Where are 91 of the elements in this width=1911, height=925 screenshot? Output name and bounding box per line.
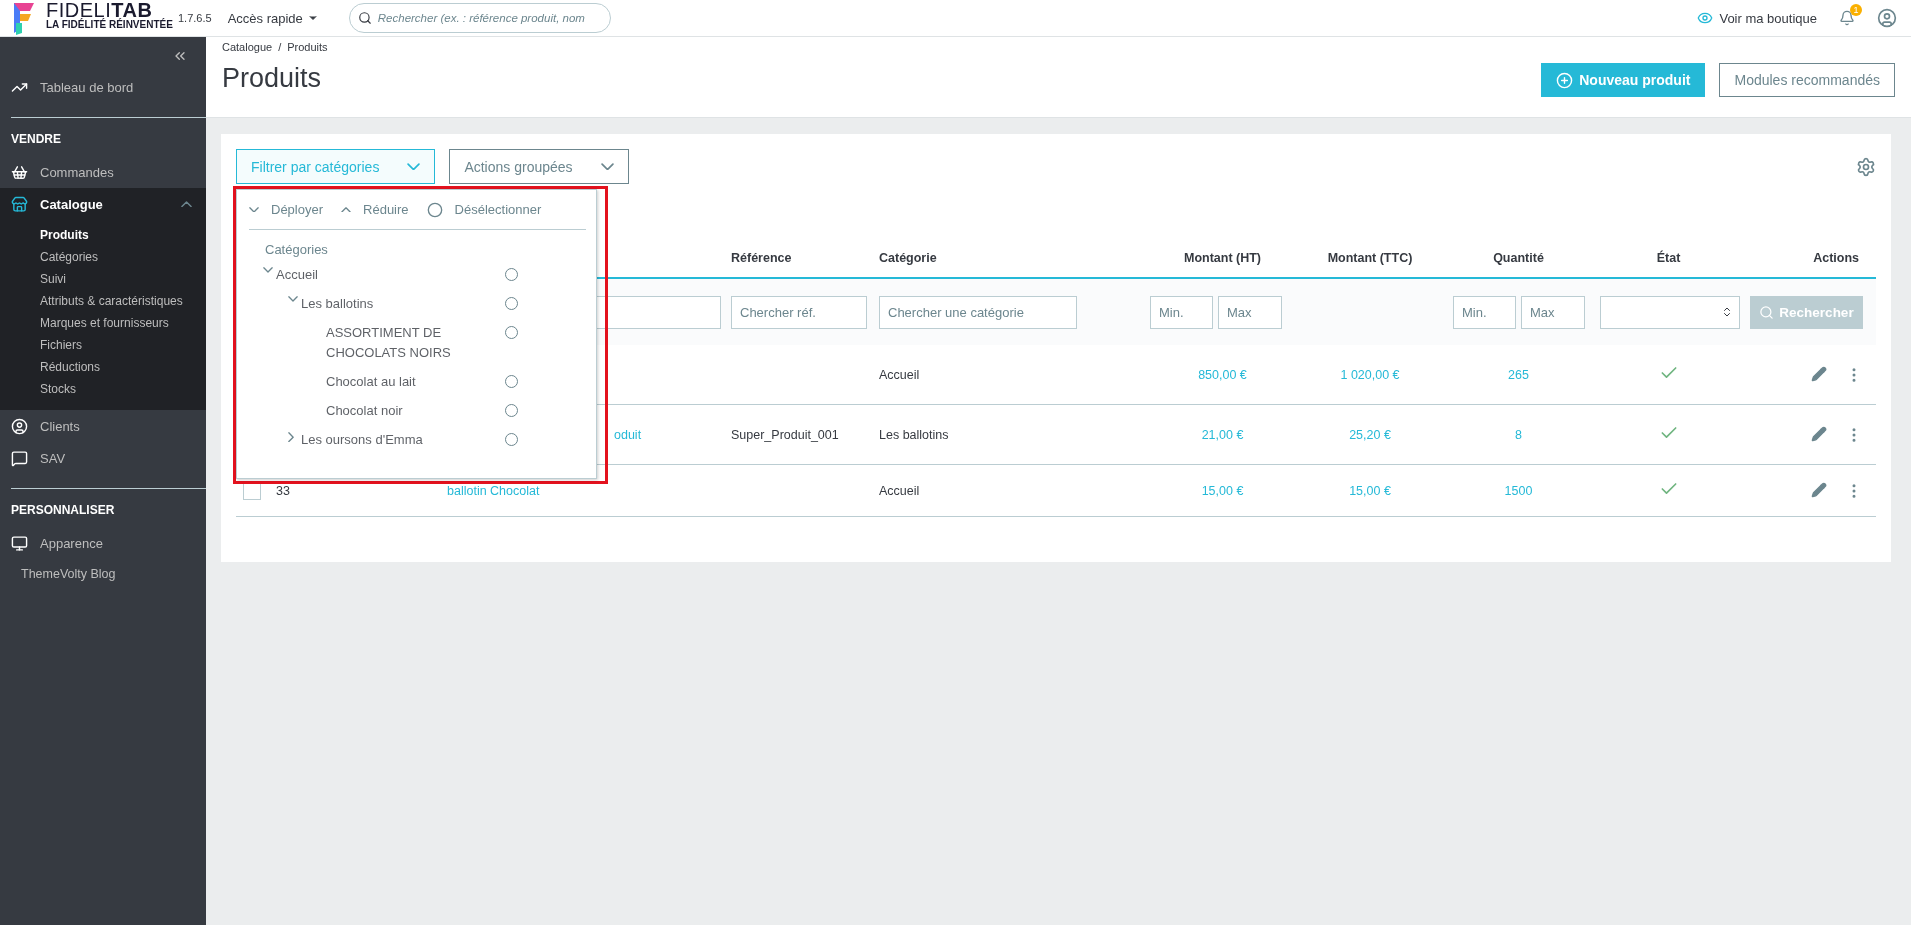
column-header: Catégorie [879,251,938,265]
sidebar-subitem[interactable]: Marques et fournisseurs [0,312,206,334]
bell-icon[interactable] [1839,10,1855,26]
dropdown-action[interactable]: Réduire [341,202,421,217]
circle-icon [426,201,443,218]
breadcrumb-separator: / [278,41,282,53]
category-label: Les ballotins [301,294,375,313]
price-cell-text: 21,00 € [1200,427,1245,442]
price-max-field[interactable]: Max [1218,295,1282,329]
column-header: Quantité [1492,251,1545,265]
search-field[interactable]: Rechercher (ex. : référence produit, nom [348,3,611,33]
category-label: ASSORTIMENT DE CHOCOLATS NOIRS [326,323,452,363]
radio-button[interactable] [505,268,518,281]
caret-down-icon[interactable] [288,295,298,302]
tree-heading: Catégories [264,241,329,259]
table-cell-text: Les ballotins [879,427,950,442]
sidebar-item[interactable]: ThemeVolty Blog [0,559,206,589]
price-cell-text: 25,20 € [1348,427,1392,442]
search-icon [1759,304,1775,320]
column-header: Actions [1812,251,1860,265]
breadcrumb-item: Produits [287,41,328,53]
user-icon[interactable] [1877,8,1897,28]
table-cell: 33 [276,483,290,498]
table-cell-text: Accueil [879,367,921,382]
edit-icon[interactable] [1811,481,1827,498]
caret-right-icon[interactable] [288,431,294,443]
category-label: Chocolat noir [326,402,404,420]
logo-tagline: LA FIDÉLITÉ RÉINVENTÉE [46,20,173,30]
price-cell-text: 1 020,00 € [1339,367,1401,382]
column-header: Référence [731,251,793,265]
chevron-up-icon [341,206,352,213]
quantity-max-field[interactable]: Max [1521,295,1585,329]
radio-button[interactable] [505,404,518,417]
notification-badge: 1 [1850,4,1862,16]
logo-title: FIDELITAB [46,0,153,20]
category-label: Chocolat au lait [326,373,417,392]
view-shop-link[interactable]: Voir ma boutique [1697,10,1817,26]
sidebar-subitem[interactable]: Réductions [0,356,206,378]
radio-button[interactable] [505,375,518,389]
plus-icon [1556,71,1574,89]
user-circle-icon [11,417,28,435]
radio-button[interactable] [505,432,518,446]
quantity-cell-text: 8 [1514,427,1523,442]
chevron-down-icon [600,162,614,171]
breadcrumb-item[interactable]: Catalogue [222,41,273,53]
price-cell-text: 850,00 € [1197,367,1248,382]
quantity-cell-text: 265 [1507,367,1530,382]
toolbar-dropdown-button[interactable]: Actions groupées [449,149,629,184]
chevron-down-icon [407,162,421,171]
edit-icon[interactable] [1811,365,1827,382]
eye-icon [1697,10,1714,26]
chat-bubble-icon [11,449,28,467]
search-icon [357,11,372,25]
store-icon [11,195,28,213]
sidebar-subitem[interactable]: Fichiers [0,334,206,356]
sidebar-item[interactable]: Catalogue [0,188,206,220]
basket-icon [11,163,28,181]
category-filter-field[interactable]: Chercher une catégorie [879,295,1077,329]
radio-button[interactable] [505,296,518,310]
chevron-down-icon [249,206,259,213]
table-cell-text: Accueil [879,483,921,498]
table-cell: Super_Produit_001 [731,427,839,442]
caret-down-icon[interactable] [263,267,273,273]
sidebar-subitem[interactable]: Produits [0,224,206,246]
sidebar-subitem[interactable]: Suivi [0,268,206,290]
category-label: Accueil [276,266,319,284]
page-title: Produits [222,63,323,94]
quick-access-menu[interactable]: Accès rapide [227,10,319,26]
version-label: 1.7.6.5 [178,12,212,24]
edit-icon[interactable] [1811,425,1827,442]
price-cell-text: 15,00 € [1348,483,1392,498]
column-header: Montant (HT) [1182,251,1263,265]
sidebar-subitem[interactable]: Attributs & caractéristiques [0,290,206,312]
chevron-up-icon [181,200,192,208]
quantity-cell-text: 1500 [1503,483,1534,498]
price-min-field[interactable]: Min. [1150,295,1213,329]
column-header: Montant (TTC) [1326,251,1414,265]
quantity-min-field[interactable]: Min. [1453,295,1516,329]
modules-button[interactable]: Modules recommandés [1719,63,1895,97]
sidebar-subitem[interactable]: Catégories [0,246,206,268]
price-cell-text: 15,00 € [1200,483,1245,498]
dropdown-action[interactable]: Déployer [249,202,336,217]
column-header: État [1655,251,1682,265]
dropdown-action[interactable]: Désélectionner [426,201,554,218]
settings-icon[interactable] [1856,156,1876,177]
sort-arrows-icon [1721,306,1733,318]
radio-button[interactable] [505,325,518,339]
sidebar-subitem[interactable]: Stocks [0,378,206,400]
reference-filter-field[interactable]: Chercher réf. [731,295,867,329]
category-label: Les oursons d'Emma [301,430,424,449]
monitor-icon [11,534,28,552]
